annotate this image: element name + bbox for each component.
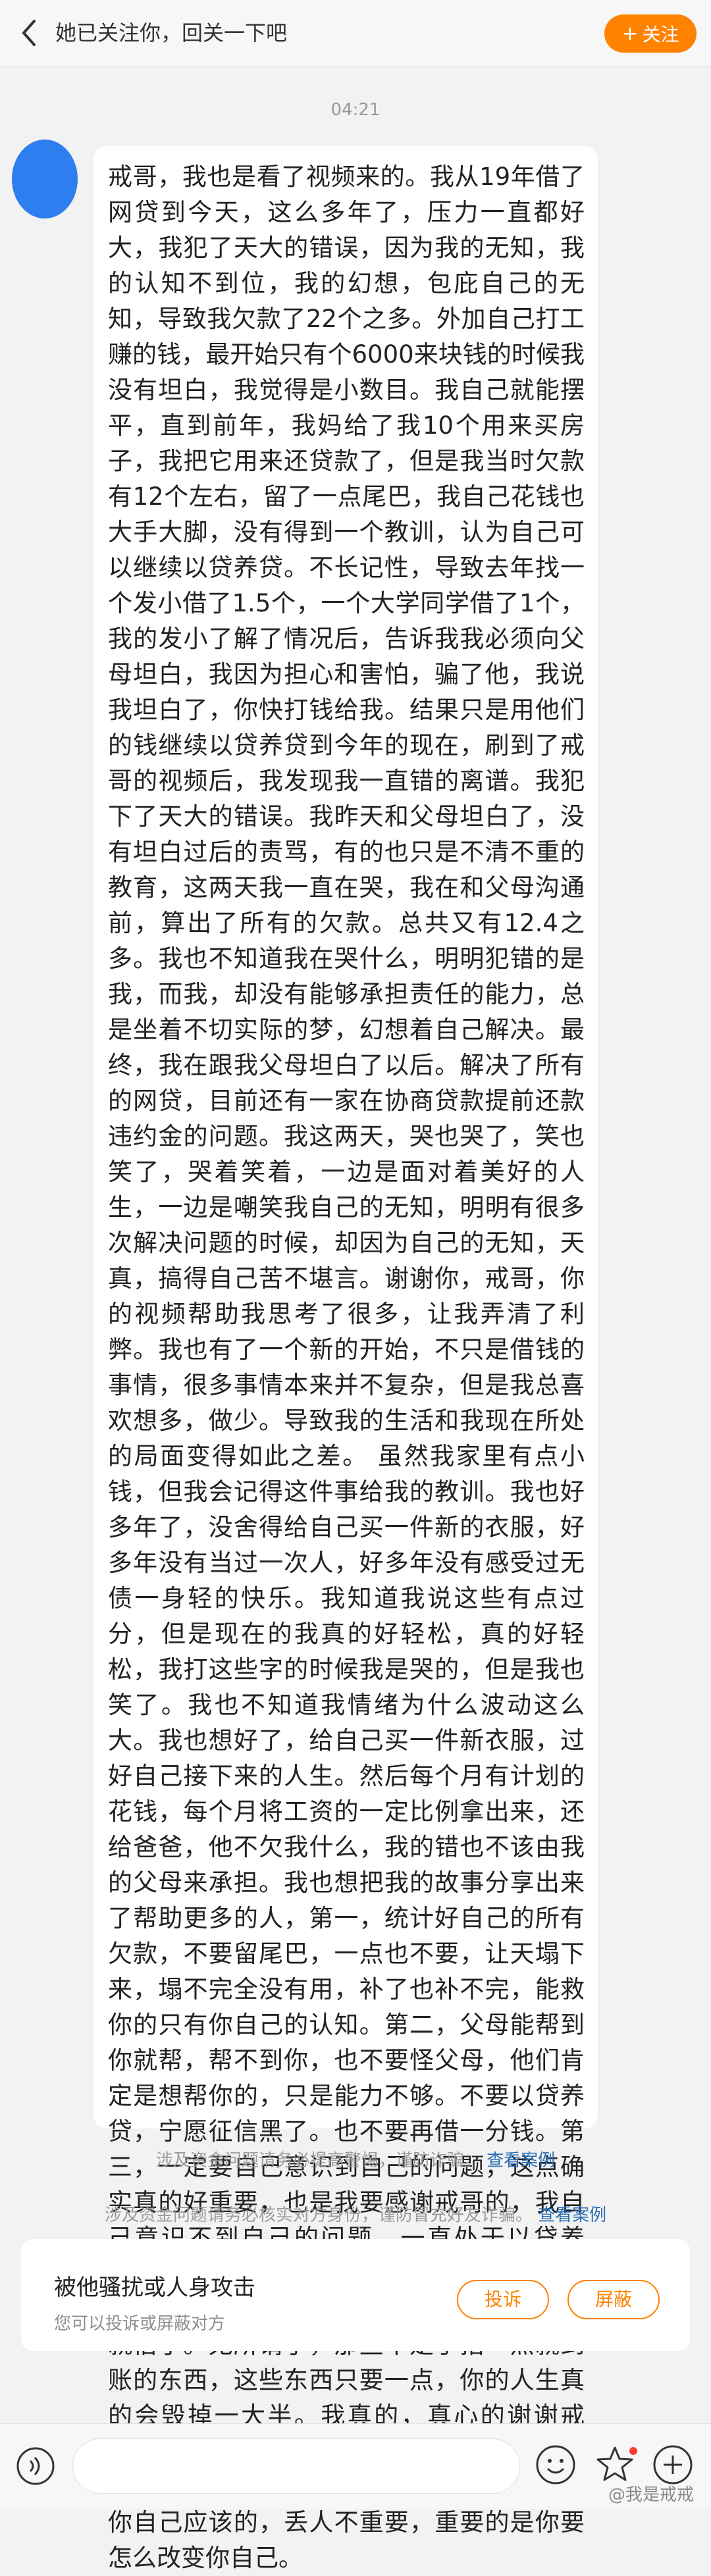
security-notice: 涉及资金问题请务必提高警惕，谨防诈骗。 查看案例 — [0, 2147, 711, 2171]
security-notice: 涉及资金问题请务必核实对方身份，谨防冒充好友诈骗。 查看案例 — [0, 2202, 711, 2226]
watermark: @我是戒戒 — [608, 2485, 694, 2505]
more-plus-icon[interactable] — [652, 2444, 694, 2486]
emoji-icon[interactable] — [535, 2444, 577, 2486]
header-title: 她已关注你，回关一下吧 — [55, 20, 288, 45]
voice-icon[interactable] — [16, 2446, 55, 2486]
plus-icon: + — [621, 22, 639, 45]
report-subtitle: 您可以投诉或屏蔽对方 — [54, 2314, 226, 2334]
chat-header: 她已关注你，回关一下吧 + 关注 — [0, 0, 711, 66]
view-cases-link[interactable]: 查看案例 — [538, 2205, 606, 2225]
security-notice-text: 涉及资金问题请务必核实对方身份，谨防冒充好友诈骗。 — [104, 2205, 533, 2225]
block-button[interactable]: 屏蔽 — [567, 2280, 660, 2319]
follow-label: 关注 — [642, 24, 679, 45]
message-input[interactable] — [72, 2438, 520, 2494]
notification-dot — [629, 2447, 637, 2455]
message-timestamp: 04:21 — [330, 100, 381, 120]
report-title: 被他骚扰或人身攻击 — [54, 2275, 255, 2301]
complain-button[interactable]: 投诉 — [457, 2280, 549, 2319]
follow-button[interactable]: + 关注 — [604, 14, 697, 53]
security-notice-text: 涉及资金问题请务必提高警惕，谨防诈骗。 — [155, 2151, 481, 2171]
view-cases-link[interactable]: 查看案例 — [487, 2151, 555, 2171]
report-card: 被他骚扰或人身攻击 您可以投诉或屏蔽对方 投诉 屏蔽 — [21, 2239, 690, 2351]
avatar[interactable] — [12, 140, 78, 219]
message-bubble[interactable]: 戒哥，我也是看了视频来的。我从19年借了网贷到今天，这么多年了，压力一直都好大，… — [93, 146, 598, 2572]
back-arrow-icon[interactable] — [14, 18, 43, 47]
input-bar — [0, 2423, 711, 2509]
